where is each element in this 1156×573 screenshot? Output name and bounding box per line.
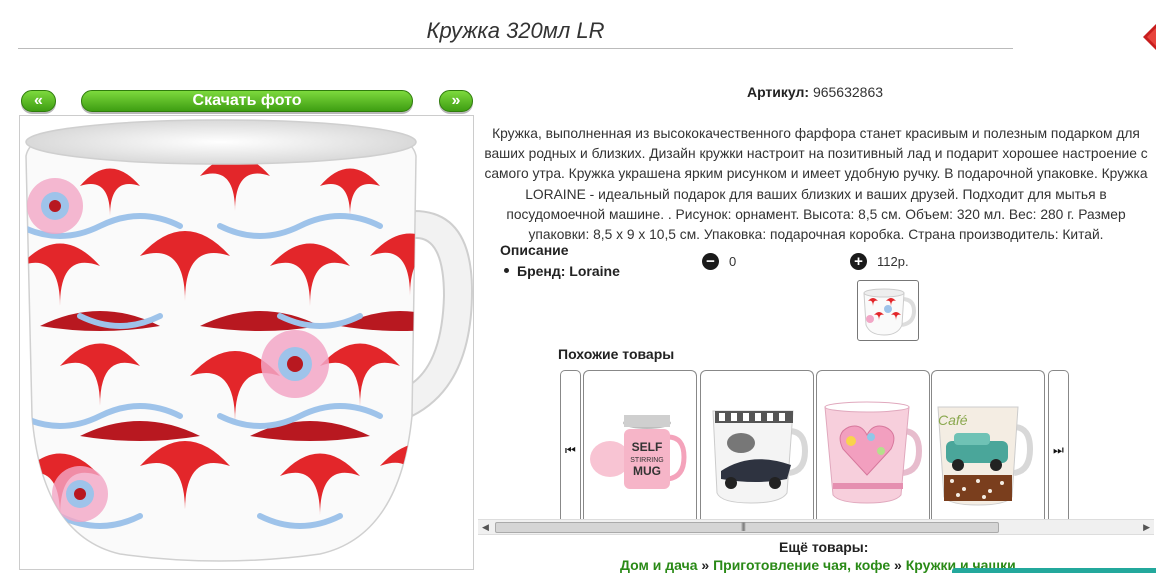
similar-item-self-stirring-mug[interactable]: SELF STIRRING MUG [583, 370, 697, 522]
quantity-value: 0 [729, 254, 737, 269]
price-control: + 112р. [850, 253, 909, 270]
breadcrumb-home-garden[interactable]: Дом и дача [620, 557, 698, 573]
skip-back-icon: ⏮ [565, 443, 576, 457]
similar-products-title: Похожие товары [558, 346, 675, 362]
similar-item-car-cafe-mug[interactable]: Café [931, 370, 1045, 522]
breadcrumb-separator: » [697, 557, 714, 573]
price-value: 112р. [877, 254, 909, 269]
download-photo-button[interactable]: Скачать фото [81, 90, 413, 112]
carousel-prev-button[interactable]: ⏮ [560, 370, 581, 522]
page-title: Кружка 320мл LR [18, 18, 1013, 49]
photo-thumbnail[interactable] [857, 280, 919, 341]
plus-icon[interactable]: + [850, 253, 867, 270]
next-photo-button[interactable]: » [439, 90, 473, 112]
mug-label-line3: MUG [633, 464, 661, 478]
similar-item-heart-mug[interactable] [816, 370, 930, 522]
article-number: Артикул: 965632863 [480, 84, 1150, 100]
minus-icon[interactable]: − [702, 253, 719, 270]
mug-label-line2: STIRRING [630, 457, 663, 464]
product-photo [19, 115, 474, 570]
prev-photo-button[interactable]: « [21, 90, 56, 112]
mug-label-line1: SELF [632, 440, 663, 454]
specs-title: Описание [500, 242, 569, 258]
bullet-icon [504, 267, 509, 273]
brand-label: Бренд: Loraine [517, 263, 620, 279]
breadcrumb-separator: » [890, 557, 906, 573]
carousel-next-button[interactable]: ⏭ [1048, 370, 1069, 522]
scroll-left-icon[interactable]: ◀ [482, 522, 489, 533]
article-label: Артикул: [746, 84, 810, 100]
close-icon[interactable] [1139, 22, 1156, 52]
brand-item: Бренд: Loraine [504, 263, 620, 279]
scrollbar-thumb[interactable]: ||| [495, 521, 999, 533]
horizontal-scrollbar[interactable]: ◀ ||| ▶ [478, 519, 1154, 535]
quantity-control: − 0 [702, 253, 736, 270]
more-products-title: Ещё товары: [779, 539, 869, 555]
scroll-grip: ||| [741, 521, 746, 531]
cafe-label: Café [938, 412, 968, 428]
scroll-right-icon[interactable]: ▶ [1143, 522, 1150, 533]
footer-strip [952, 568, 1156, 573]
skip-forward-icon: ⏭ [1053, 443, 1064, 457]
article-value: 965632863 [812, 84, 884, 100]
similar-item-car-mug[interactable] [700, 370, 814, 522]
breadcrumb-tea-coffee[interactable]: Приготовление чая, кофе [713, 557, 890, 573]
product-description: Кружка, выполненная из высококачественно… [484, 126, 1148, 243]
